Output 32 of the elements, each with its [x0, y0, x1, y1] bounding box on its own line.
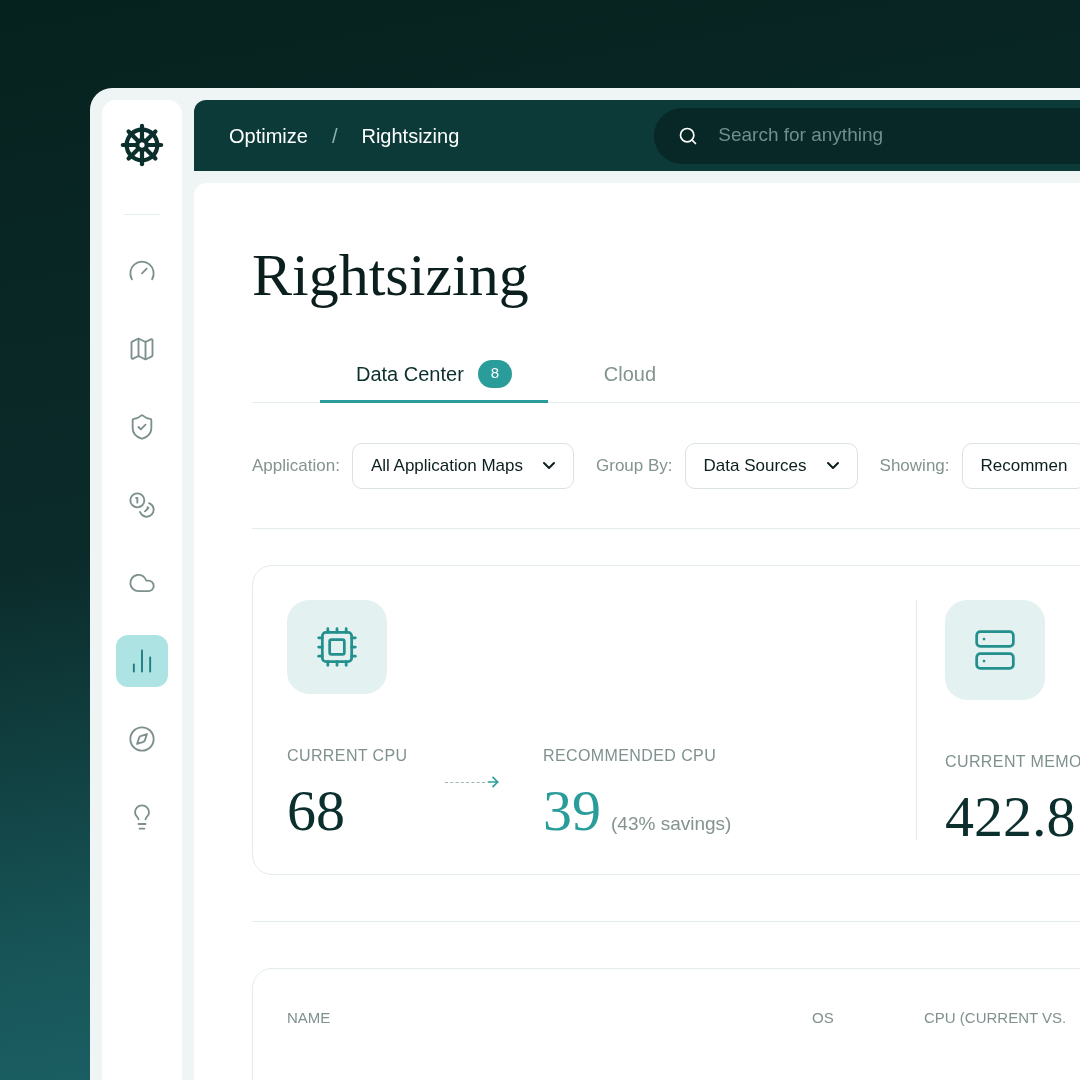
stat-label: CURRENT CPU — [287, 746, 409, 766]
column-header: OS — [812, 1008, 835, 1028]
coins-icon — [128, 491, 156, 519]
search-input[interactable]: Search for anything — [718, 121, 979, 150]
filter-dropdown[interactable]: All Application Maps — [351, 442, 575, 489]
search-field[interactable]: Search for anything — [654, 107, 1080, 164]
breadcrumb-link[interactable]: Optimize — [229, 120, 308, 151]
arrow-icon — [485, 774, 501, 790]
cpu-chip-icon — [315, 625, 359, 669]
sidebar-nav-button[interactable] — [116, 635, 168, 687]
breadcrumb-current: Rightsizing — [361, 123, 460, 149]
column-header: CPU (CURRENT VS. — [924, 1008, 1067, 1028]
map-icon — [128, 335, 156, 363]
filter-label: Application: — [252, 454, 340, 477]
ship-wheel-logo-icon — [119, 122, 165, 168]
compass-icon — [128, 725, 156, 753]
filter-label: Showing: — [879, 454, 950, 477]
filter-label: Group By: — [596, 454, 673, 477]
breadcrumb-separator: / — [331, 123, 338, 149]
tab[interactable]: Data Center 8 — [320, 347, 548, 403]
stat-value: 422.8 — [945, 788, 1077, 846]
search-icon — [678, 125, 699, 146]
savings-text: (43% savings) — [611, 812, 732, 836]
stat-value: 39 — [543, 782, 601, 840]
stat-label: RECOMMENDED CPU — [543, 746, 718, 766]
filter-dropdown[interactable]: Data Sources — [684, 442, 858, 489]
server-icon — [973, 628, 1017, 672]
stat-value: 68 — [287, 782, 346, 840]
count-badge: 8 — [477, 359, 512, 388]
chevron-down-icon — [826, 462, 839, 469]
column-header: NAME — [287, 1008, 332, 1028]
chevron-down-icon — [543, 462, 556, 469]
